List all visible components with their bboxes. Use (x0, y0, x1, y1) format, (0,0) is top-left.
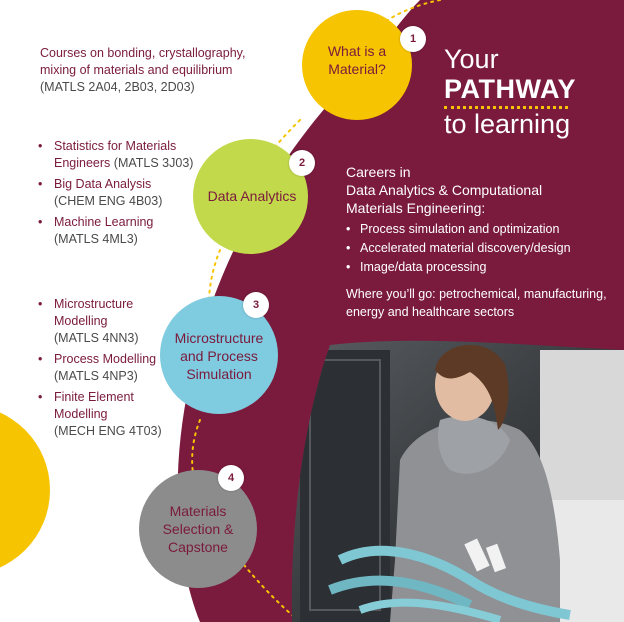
course-title-line-2: Engineers (54, 156, 111, 170)
data-analytics-course-list: Statistics for Materials Engineers (MATL… (38, 138, 193, 252)
course-code: (MATLS 4NP3) (54, 369, 138, 383)
headline-pathway: PATHWAY (444, 74, 577, 104)
step-1-line-2: Material? (328, 61, 386, 77)
careers-line-3: Materials Engineering: (346, 200, 486, 216)
step-4-line-1: Materials (169, 503, 227, 519)
course-title-cont: Engineers (MATLS 3J03) (54, 156, 193, 170)
step-2-number-badge: 2 (289, 150, 315, 176)
step-4-number-badge: 4 (218, 465, 244, 491)
step-1-line-1: What is a (327, 43, 387, 59)
course-code: (MATLS 4NN3) (54, 331, 139, 345)
headline-to-learning: to learning (444, 109, 571, 139)
headline: Your PATHWAY to learning (444, 44, 576, 139)
course-title-line-2: Modelling (54, 314, 108, 328)
step-2-line-1: Data Analytics (207, 188, 297, 204)
course-title: Microstructure (54, 297, 134, 311)
step-3-number-badge: 3 (243, 292, 269, 318)
list-item: Machine Learning (MATLS 4ML3) (38, 214, 193, 248)
list-item: Statistics for Materials Engineers (MATL… (38, 138, 193, 172)
course-code: (MATLS 4ML3) (54, 232, 138, 246)
where-line-2: energy and healthcare sectors (346, 305, 515, 319)
step-4-line-3: Capstone (168, 539, 228, 555)
list-item: Process Modelling (MATLS 4NP3) (38, 351, 162, 385)
course-title: Machine Learning (54, 215, 154, 229)
career-list: Process simulation and optimization Acce… (344, 220, 571, 277)
step-4-label: Materials Selection & Capstone (139, 502, 257, 556)
careers-heading: Careers in Data Analytics & Computationa… (346, 163, 542, 217)
intro-text: Courses on bonding, crystallography, mix… (40, 45, 245, 96)
course-title: Finite Element (54, 390, 134, 404)
step-3-line-2: and Process (180, 348, 258, 364)
step-3-line-3: Simulation (186, 366, 252, 382)
course-title: Statistics for Materials (54, 139, 177, 153)
course-code: (MATLS 3J03) (113, 156, 194, 170)
course-code: (MECH ENG 4T03) (54, 424, 162, 438)
list-item: Image/data processing (344, 258, 571, 277)
where-youll-go: Where you’ll go: petrochemical, manufact… (346, 285, 607, 321)
careers-line-2: Data Analytics & Computational (346, 182, 543, 198)
list-item: Accelerated material discovery/design (344, 239, 571, 258)
list-item: Finite Element Modelling (MECH ENG 4T03) (38, 389, 162, 440)
list-item: Microstructure Modelling (MATLS 4NN3) (38, 296, 162, 347)
headline-your: Your (444, 44, 499, 74)
step-3-label: Microstructure and Process Simulation (160, 329, 278, 383)
course-title-line-2: Modelling (54, 407, 108, 421)
careers-line-1: Careers in (346, 164, 411, 180)
intro-line-1: Courses on bonding, crystallography, (40, 46, 246, 60)
simulation-course-list: Microstructure Modelling (MATLS 4NN3) Pr… (38, 296, 162, 444)
intro-line-2: mixing of materials and equilibrium (40, 63, 233, 77)
where-line-1: Where you’ll go: petrochemical, manufact… (346, 287, 607, 301)
step-4-line-2: Selection & (162, 521, 234, 537)
step-1-label: What is a Material? (302, 42, 412, 78)
step-3-line-1: Microstructure (174, 330, 264, 346)
list-item: Process simulation and optimization (344, 220, 571, 239)
course-code: (CHEM ENG 4B03) (54, 194, 163, 208)
step-2-label: Data Analytics (193, 187, 311, 205)
course-title: Process Modelling (54, 352, 157, 366)
course-title: Big Data Analysis (54, 177, 152, 191)
intro-codes: (MATLS 2A04, 2B03, 2D03) (40, 80, 195, 94)
step-1-number-badge: 1 (400, 26, 426, 52)
list-item: Big Data Analysis (CHEM ENG 4B03) (38, 176, 193, 210)
photo-lab-woman (291, 340, 624, 622)
